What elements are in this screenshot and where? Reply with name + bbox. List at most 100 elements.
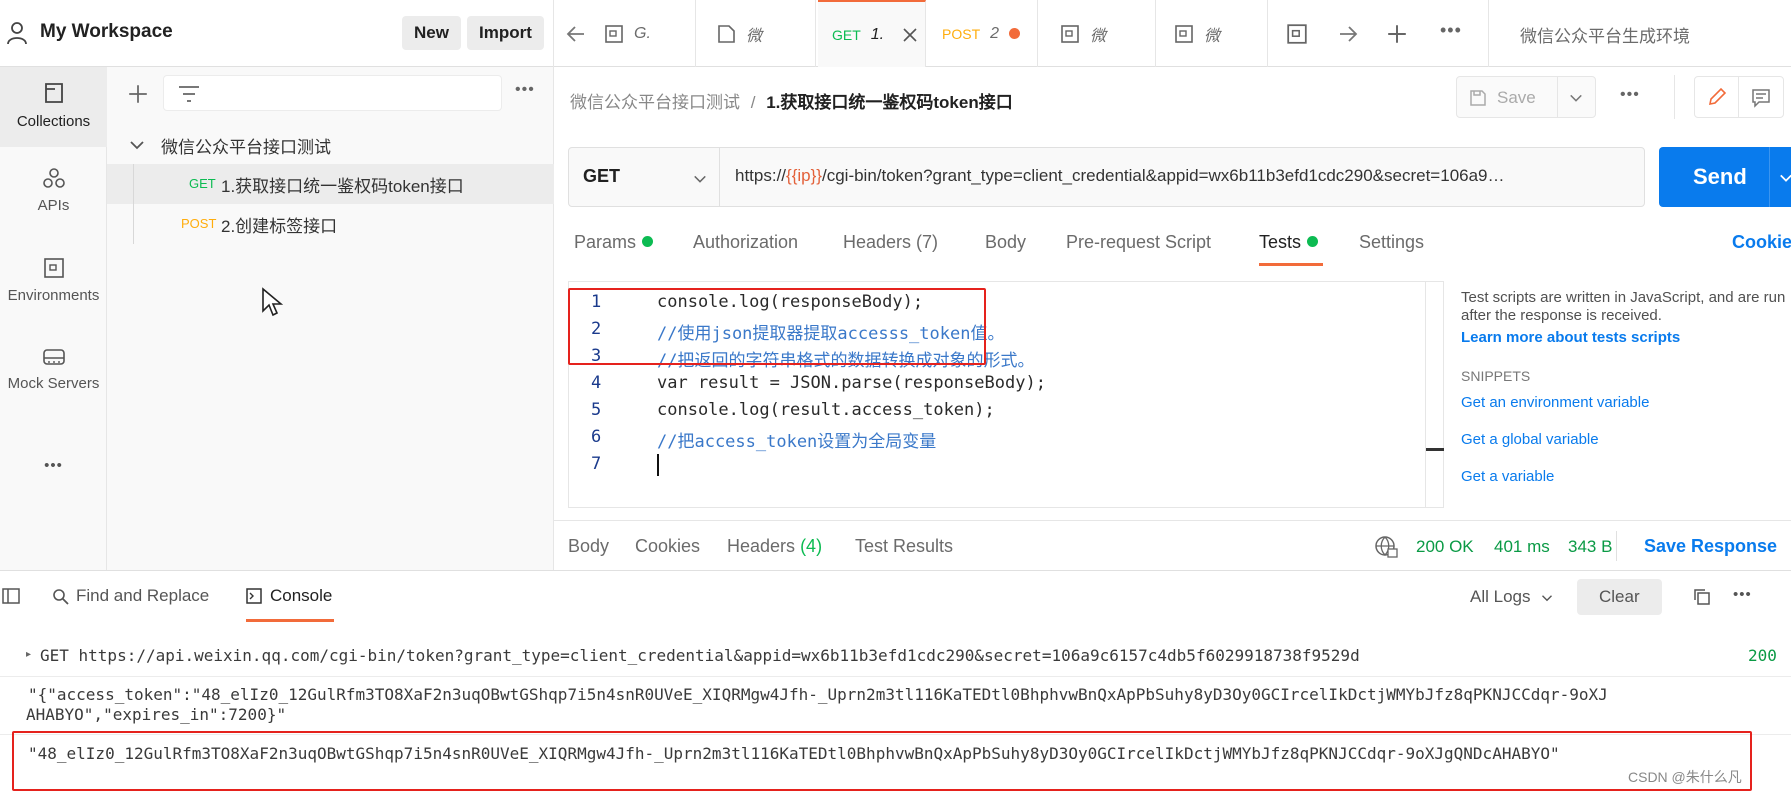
left-rail: Collections APIs Environments Mock Serve… xyxy=(0,67,107,570)
environments-icon xyxy=(43,258,64,278)
console-more-icon[interactable]: ••• xyxy=(1733,586,1752,603)
import-button[interactable]: Import xyxy=(467,16,544,50)
console-status: 200 xyxy=(1748,646,1777,665)
apis-icon xyxy=(42,168,65,188)
tab-1[interactable]: G. xyxy=(590,0,696,67)
learn-more-link[interactable]: Learn more about tests scripts xyxy=(1461,329,1791,346)
tab-post-tag[interactable]: POST 2 xyxy=(928,0,1038,67)
tab-get-token[interactable]: GET 1. xyxy=(818,0,926,67)
snippet-link[interactable]: Get a global variable xyxy=(1461,431,1791,448)
find-replace-tab[interactable]: Find and Replace xyxy=(76,586,209,606)
rail-item-mock-servers[interactable]: Mock Servers xyxy=(0,347,107,392)
plus-icon[interactable] xyxy=(1386,23,1408,45)
request-more-icon[interactable]: ••• xyxy=(1620,86,1640,104)
globe-icon[interactable] xyxy=(1374,535,1398,559)
code-line: //把返回的字符串格式的数据转换成对象的形式。 xyxy=(657,351,1035,371)
snippets-heading: SNIPPETS xyxy=(1461,368,1531,384)
save-response-button[interactable]: Save Response xyxy=(1644,536,1777,557)
response-tab-cookies[interactable]: Cookies xyxy=(635,536,700,557)
console-panel: Find and Replace Console All Logs Clear … xyxy=(0,570,1791,793)
save-button[interactable]: Save xyxy=(1456,76,1596,118)
tab-pre-request-script[interactable]: Pre-request Script xyxy=(1066,232,1211,253)
method-select[interactable]: GET xyxy=(569,148,720,206)
response-tab-body[interactable]: Body xyxy=(568,536,609,557)
response-time[interactable]: 401 ms xyxy=(1494,537,1550,557)
url-bar: GET https://{{ip}}/cgi-bin/token?grant_t… xyxy=(568,147,1645,207)
pencil-icon xyxy=(1708,87,1727,106)
console-token-line: "48_elIz0_12GulRfm3TO8XaF2n3uqOBwtGShqp7… xyxy=(28,744,1560,763)
more-tabs-icon[interactable]: ••• xyxy=(1440,20,1462,41)
response-tab-headers[interactable]: Headers (4) xyxy=(727,536,822,557)
console-tab[interactable]: Console xyxy=(270,586,332,606)
snippets-intro: Test scripts are written in JavaScript, … xyxy=(1461,289,1786,324)
status-code[interactable]: 200 OK xyxy=(1416,537,1474,557)
tab-body[interactable]: Body xyxy=(985,232,1026,253)
console-toolbar: Find and Replace Console All Logs Clear … xyxy=(0,571,1791,622)
file-icon[interactable] xyxy=(1286,23,1308,45)
top-bar: My Workspace New Import G. 微 GET 1. POST… xyxy=(0,0,1791,67)
code-line: console.log(responseBody); xyxy=(657,292,924,312)
tab-5[interactable]: 微 xyxy=(1040,0,1156,67)
response-tab-test-results[interactable]: Test Results xyxy=(855,536,953,557)
chevron-down-icon xyxy=(1570,94,1582,102)
rail-item-apis[interactable]: APIs xyxy=(0,167,107,214)
rail-item-environments[interactable]: Environments xyxy=(0,257,107,304)
console-request-line[interactable]: GET https://api.weixin.qq.com/cgi-bin/to… xyxy=(40,646,1360,665)
chevron-down-icon xyxy=(1542,594,1553,601)
cookies-link[interactable]: Cookie xyxy=(1732,232,1791,253)
clear-button[interactable]: Clear xyxy=(1577,579,1662,615)
console-icon xyxy=(246,588,262,604)
status-dot xyxy=(1307,236,1319,247)
tab-params[interactable]: Params xyxy=(574,232,654,253)
chevron-down-icon xyxy=(694,175,706,183)
response-bar: Body Cookies Headers (4) Test Results 20… xyxy=(554,520,1791,570)
send-button[interactable]: Send xyxy=(1659,147,1791,207)
collection-name[interactable]: 微信公众平台接口测试 xyxy=(161,133,331,158)
scrollbar[interactable] xyxy=(1425,282,1444,507)
tab-2[interactable]: 微 xyxy=(698,0,816,67)
file-icon xyxy=(1175,24,1193,43)
snippet-link[interactable]: Get a variable xyxy=(1461,468,1791,485)
sidebar-toggle-icon[interactable] xyxy=(2,588,20,604)
filter-input[interactable] xyxy=(163,75,502,111)
chevron-down-icon xyxy=(1780,174,1791,182)
snippets-panel: Test scripts are written in JavaScript, … xyxy=(1461,289,1791,485)
workspace-name[interactable]: My Workspace xyxy=(40,21,173,43)
file-icon xyxy=(605,24,623,43)
copy-icon[interactable] xyxy=(1693,588,1711,606)
more-icon[interactable]: ••• xyxy=(0,457,107,474)
arrow-left-icon[interactable] xyxy=(566,24,586,44)
tab-headers[interactable]: Headers (7) xyxy=(843,232,938,253)
tab-6[interactable]: 微 xyxy=(1158,0,1268,67)
view-toggle xyxy=(1694,76,1784,118)
workspace-header: My Workspace New Import xyxy=(0,0,554,67)
new-button[interactable]: New xyxy=(402,16,461,50)
save-icon xyxy=(1470,90,1486,106)
code-line: console.log(result.access_token); xyxy=(657,400,995,420)
log-filter-select[interactable]: All Logs xyxy=(1470,587,1553,607)
tab-settings[interactable]: Settings xyxy=(1359,232,1424,253)
user-icon xyxy=(7,22,27,45)
arrow-right-icon[interactable] xyxy=(1338,24,1358,44)
request-item-get-token[interactable]: GET 1.获取接口统一鉴权码token接口 xyxy=(107,164,554,204)
sidebar-more-icon[interactable]: ••• xyxy=(515,81,535,99)
environment-selector[interactable]: 微信公众平台生成环境 xyxy=(1520,22,1690,47)
mock-servers-icon xyxy=(42,349,65,365)
expand-icon[interactable]: ▸ xyxy=(26,649,31,660)
tab-authorization[interactable]: Authorization xyxy=(693,232,798,253)
request-item-create-tag[interactable]: POST 2.创建标签接口 xyxy=(107,204,554,244)
tab-tests[interactable]: Tests xyxy=(1259,232,1319,253)
unsaved-dot xyxy=(1009,28,1021,39)
close-icon[interactable] xyxy=(902,27,918,43)
comment-icon[interactable] xyxy=(1751,88,1771,108)
plus-icon[interactable] xyxy=(127,83,149,105)
collections-sidebar: ••• 微信公众平台接口测试 GET 1.获取接口统一鉴权码token接口 PO… xyxy=(107,67,554,570)
edit-mode-button[interactable] xyxy=(1695,77,1739,117)
chevron-down-icon[interactable] xyxy=(129,137,145,153)
snippet-link[interactable]: Get an environment variable xyxy=(1461,394,1791,411)
response-size[interactable]: 343 B xyxy=(1568,537,1612,557)
url-input[interactable]: https://{{ip}}/cgi-bin/token?grant_type=… xyxy=(735,166,1635,186)
rail-item-collections[interactable]: Collections xyxy=(0,67,107,147)
tests-editor[interactable]: 1 console.log(responseBody); 2 //使用json提… xyxy=(568,281,1444,508)
filter-icon xyxy=(179,86,199,102)
